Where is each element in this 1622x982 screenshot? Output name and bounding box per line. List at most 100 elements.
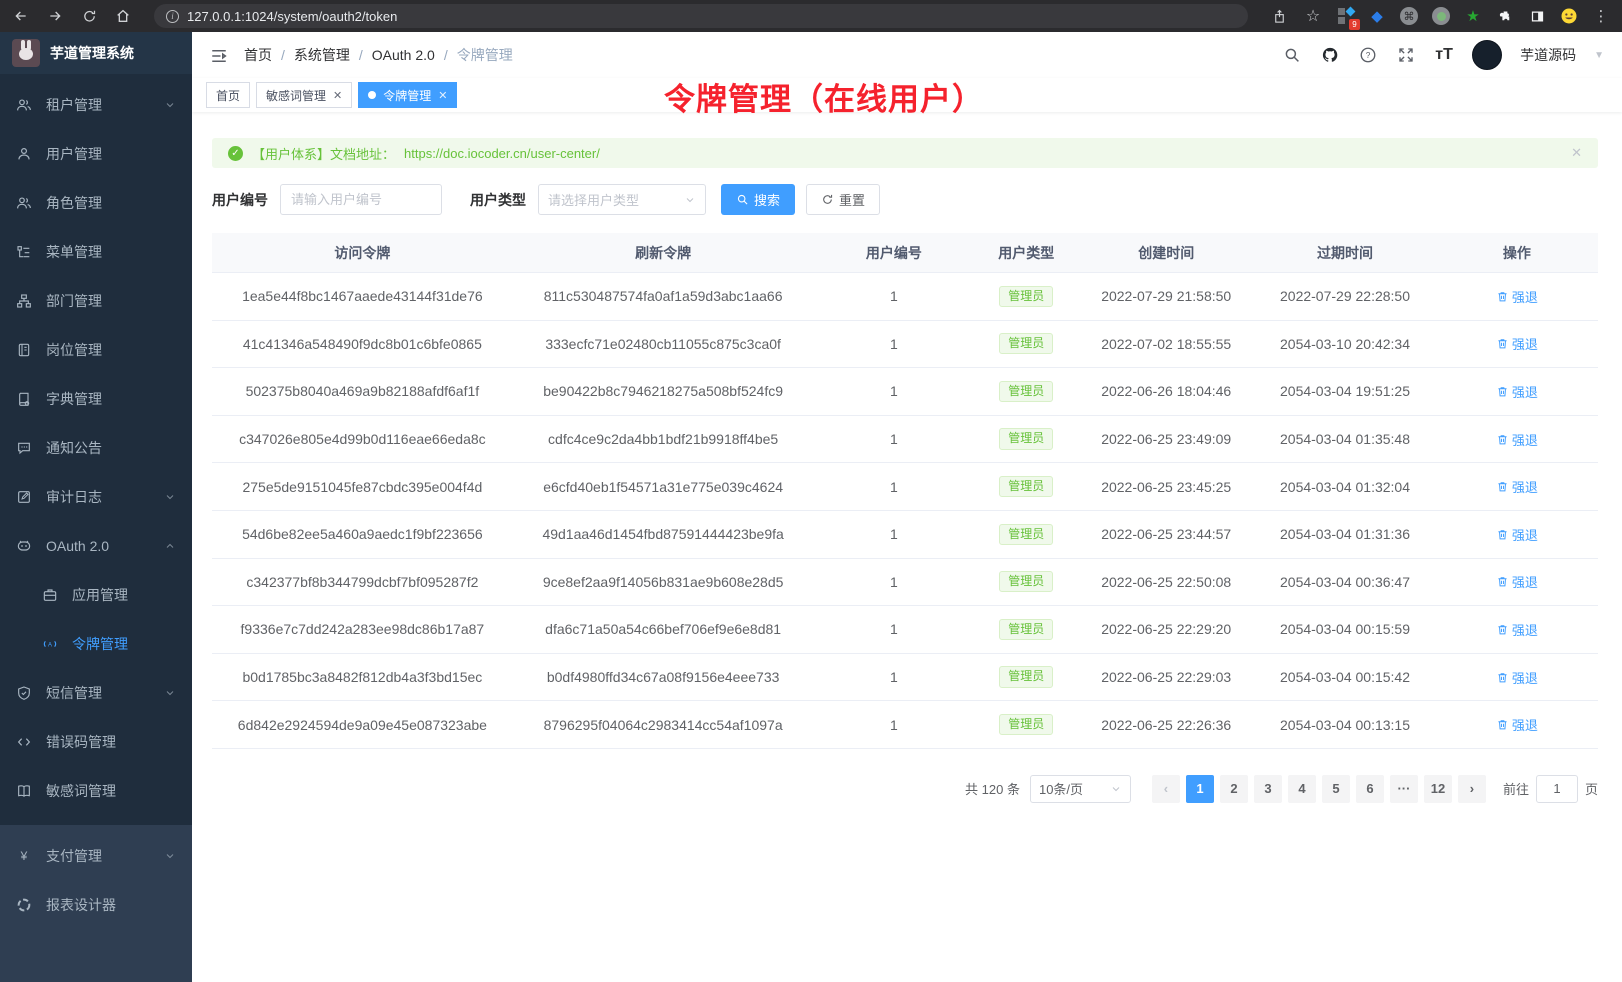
chevron-icon	[164, 99, 176, 111]
sidebar-item-label: 支付管理	[46, 846, 102, 866]
sidebar-item-dept[interactable]: 部门管理	[0, 276, 192, 325]
browser-reload-icon[interactable]	[80, 7, 98, 25]
page-number-button[interactable]: 3	[1254, 775, 1282, 803]
user-avatar[interactable]	[1472, 40, 1502, 70]
user-type-select[interactable]: 请选择用户类型	[538, 184, 706, 215]
expire-time-cell: 2054-03-04 01:32:04	[1254, 479, 1436, 495]
user-type-badge: 管理员	[999, 333, 1053, 354]
created-time-cell: 2022-06-26 18:04:46	[1078, 383, 1254, 399]
menu-item-icon	[16, 195, 32, 211]
search-icon[interactable]	[1282, 45, 1302, 65]
sidebar-item-dict[interactable]: 字典管理	[0, 374, 192, 423]
browser-home-icon[interactable]	[114, 7, 132, 25]
refresh-token-cell: 8796295f04064c2983414cc54af1097a	[513, 717, 814, 733]
share-icon[interactable]	[1270, 7, 1288, 25]
breadcrumb-home[interactable]: 首页	[244, 45, 272, 65]
sidebar-item-audit-log[interactable]: 审计日志	[0, 472, 192, 521]
user-dropdown-caret-icon[interactable]: ▼	[1594, 50, 1604, 61]
force-logout-button[interactable]: 强退	[1496, 287, 1538, 306]
search-button[interactable]: 搜索	[721, 184, 795, 215]
goto-page-input[interactable]	[1536, 775, 1578, 803]
gem-extension-icon[interactable]: ◆	[1368, 7, 1386, 25]
page-info-icon[interactable]: i	[166, 10, 179, 23]
force-logout-button[interactable]: 强退	[1496, 430, 1538, 449]
sidebar-item-oauth2[interactable]: OAuth 2.0	[0, 521, 192, 570]
breadcrumb-system[interactable]: 系统管理	[294, 45, 350, 65]
sidebar-item-notice[interactable]: 通知公告	[0, 423, 192, 472]
tab-close-icon[interactable]: ✕	[438, 89, 447, 102]
page-number-button[interactable]: 2	[1220, 775, 1248, 803]
sidebar-item-pay[interactable]: 支付管理	[0, 831, 192, 880]
sidebar-item-label: 部门管理	[46, 291, 102, 311]
app-logo[interactable]: 芋道管理系统	[0, 32, 192, 74]
sidebar-item-menu[interactable]: 菜单管理	[0, 227, 192, 276]
sidebar-item-tenant[interactable]: 租户管理	[0, 80, 192, 129]
reset-button[interactable]: 重置	[806, 184, 880, 215]
font-size-icon[interactable]: тT	[1434, 45, 1454, 65]
command-extension-icon[interactable]: ⌘	[1400, 7, 1418, 25]
col-access-token: 访问令牌	[212, 243, 513, 263]
page-ellipsis-button[interactable]: ···	[1390, 775, 1418, 803]
green-star-extension-icon[interactable]: ★	[1464, 7, 1482, 25]
recorder-extension-icon[interactable]	[1432, 7, 1450, 25]
address-bar[interactable]: i 127.0.0.1:1024/system/oauth2/token	[154, 4, 1248, 28]
page-number-button[interactable]: 1	[1186, 775, 1214, 803]
doc-link[interactable]: https://doc.iocoder.cn/user-center/	[404, 146, 600, 161]
created-time-cell: 2022-06-25 23:44:57	[1078, 526, 1254, 542]
tab-sensitive-word[interactable]: 敏感词管理✕	[256, 82, 352, 108]
sidebar-item-oauth2-app[interactable]: 应用管理	[0, 570, 192, 619]
force-logout-button[interactable]: 强退	[1496, 620, 1538, 639]
sidebar-item-error-code[interactable]: 错误码管理	[0, 717, 192, 766]
force-logout-button[interactable]: 强退	[1496, 715, 1538, 734]
user-name[interactable]: 芋道源码	[1520, 45, 1576, 65]
breadcrumb-oauth[interactable]: OAuth 2.0	[372, 47, 435, 63]
header-actions: тT 芋道源码 ▼	[1282, 40, 1604, 70]
profile-emoji-icon[interactable]	[1560, 7, 1578, 25]
force-logout-button[interactable]: 强退	[1496, 668, 1538, 687]
tab-close-icon[interactable]: ✕	[333, 89, 342, 102]
sidebar-toggle-icon[interactable]	[1528, 7, 1546, 25]
page-number-button[interactable]: 6	[1356, 775, 1384, 803]
user-type-badge: 管理员	[999, 619, 1053, 640]
page-list: 123456···12	[1183, 775, 1455, 803]
page-number-button[interactable]: 5	[1322, 775, 1350, 803]
page-number-button[interactable]: 4	[1288, 775, 1316, 803]
force-logout-button[interactable]: 强退	[1496, 334, 1538, 353]
browser-menu-icon[interactable]: ⋮	[1592, 7, 1610, 25]
user-type-cell: 管理员	[974, 714, 1078, 735]
alert-close-icon[interactable]: ✕	[1571, 145, 1582, 161]
force-logout-button[interactable]: 强退	[1496, 572, 1538, 591]
sidebar-item-sms[interactable]: 短信管理	[0, 668, 192, 717]
sidebar-item-sensitive-word[interactable]: 敏感词管理	[0, 766, 192, 815]
col-user-type: 用户类型	[974, 243, 1078, 263]
page-size-select[interactable]: 10条/页	[1030, 775, 1131, 803]
expire-time-cell: 2054-03-10 20:42:34	[1254, 336, 1436, 352]
force-logout-button[interactable]: 强退	[1496, 525, 1538, 544]
created-time-cell: 2022-07-02 18:55:55	[1078, 336, 1254, 352]
browser-forward-icon[interactable]	[46, 7, 64, 25]
puzzle-extension-icon[interactable]	[1496, 7, 1514, 25]
sidebar-item-report-designer[interactable]: 报表设计器	[0, 880, 192, 929]
sidebar-collapse-icon[interactable]	[210, 47, 228, 63]
github-icon[interactable]	[1320, 45, 1340, 65]
sidebar-item-role[interactable]: 角色管理	[0, 178, 192, 227]
user-type-cell: 管理员	[974, 333, 1078, 354]
force-logout-button[interactable]: 强退	[1496, 477, 1538, 496]
next-page-button[interactable]: ›	[1458, 775, 1486, 803]
tampermonkey-extension-icon[interactable]: 9	[1338, 8, 1354, 24]
sidebar-item-post[interactable]: 岗位管理	[0, 325, 192, 374]
fullscreen-icon[interactable]	[1396, 45, 1416, 65]
force-logout-button[interactable]: 强退	[1496, 382, 1538, 401]
pagination: 共 120 条 10条/页 ‹ 123456···12 › 前往 页	[212, 775, 1598, 803]
tab-home[interactable]: 首页	[206, 82, 250, 108]
page-number-button[interactable]: 12	[1424, 775, 1452, 803]
action-cell: 强退	[1436, 572, 1598, 591]
browser-back-icon[interactable]	[12, 7, 30, 25]
prev-page-button[interactable]: ‹	[1152, 775, 1180, 803]
sidebar-item-oauth2-token[interactable]: 令牌管理	[0, 619, 192, 668]
help-icon[interactable]	[1358, 45, 1378, 65]
tab-token[interactable]: 令牌管理✕	[358, 82, 457, 108]
bookmark-star-icon[interactable]: ☆	[1304, 7, 1322, 25]
sidebar-item-user[interactable]: 用户管理	[0, 129, 192, 178]
user-id-input[interactable]	[280, 184, 442, 215]
